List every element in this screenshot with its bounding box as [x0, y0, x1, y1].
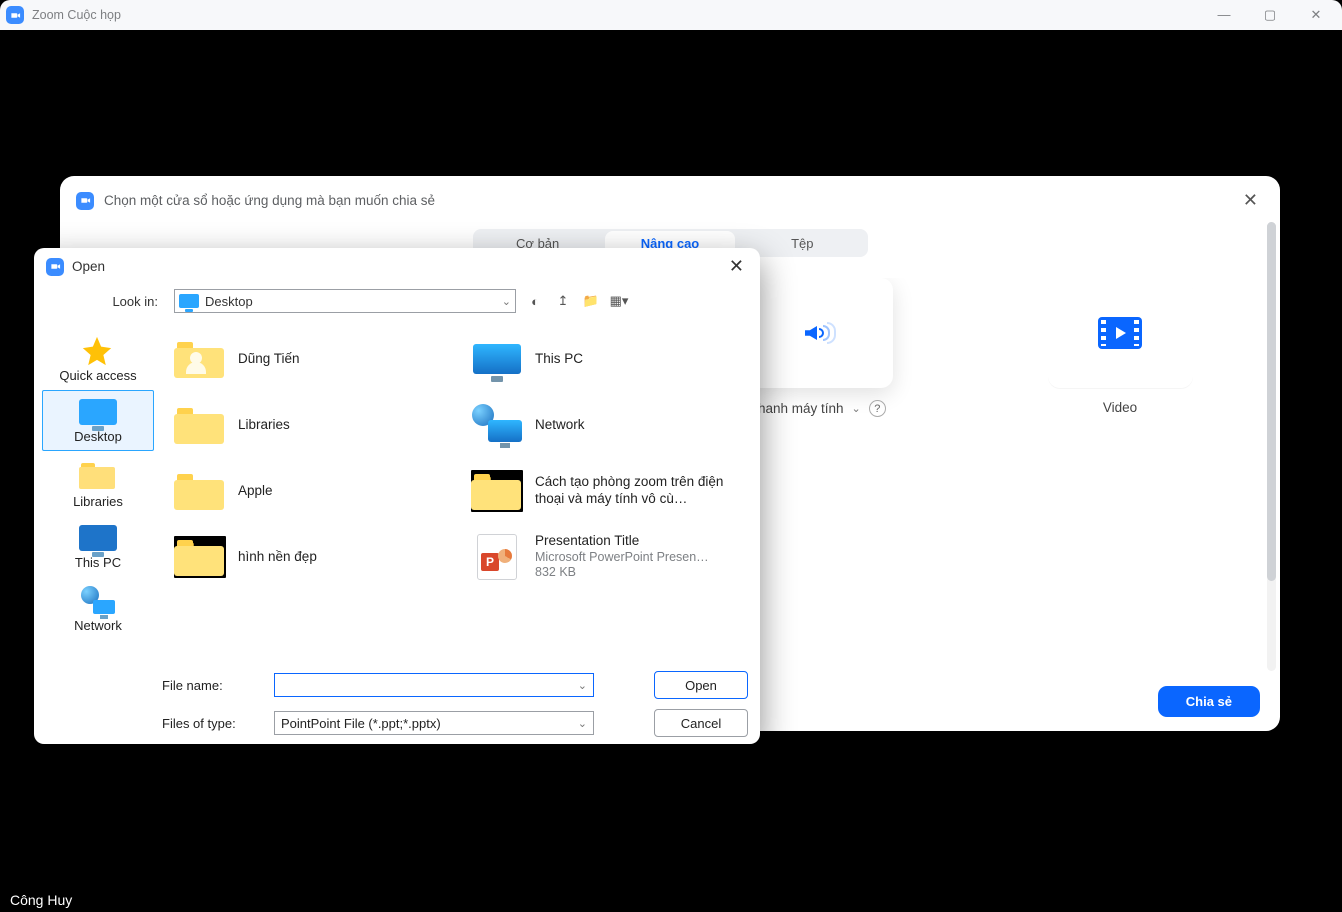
- file-item-zoom-doc[interactable]: Cách tạo phòng zoom trên điện thoại và m…: [465, 459, 754, 523]
- filename-label: File name:: [162, 678, 258, 693]
- monitor-icon: [79, 525, 117, 551]
- file-item-network[interactable]: Network: [465, 393, 754, 457]
- file-item-libraries[interactable]: Libraries: [168, 393, 457, 457]
- zoom-app-icon: [46, 258, 64, 276]
- file-dialog-nav: Quick access Desktop Libraries This PC N…: [34, 319, 162, 665]
- file-item-apple[interactable]: Apple: [168, 459, 457, 523]
- nav-desktop[interactable]: Desktop: [42, 390, 154, 451]
- nav-up-button[interactable]: ↥: [554, 292, 572, 310]
- nav-this-pc[interactable]: This PC: [42, 516, 154, 577]
- share-panel-close-button[interactable]: ✕: [1237, 188, 1264, 213]
- file-open-dialog: Open ✕ Look in: Desktop ⌄ ◐ ↥ 📁 ▦▾ Quick…: [34, 248, 760, 744]
- folder-icon: [174, 404, 226, 446]
- file-list: Dũng Tiến This PC Libraries Network Appl…: [162, 319, 760, 665]
- nav-libraries[interactable]: Libraries: [42, 451, 154, 516]
- window-titlebar: Zoom Cuộc họp — ▢ ✕: [0, 0, 1342, 30]
- monitor-icon: [473, 344, 521, 374]
- window-title: Zoom Cuộc họp: [32, 8, 121, 22]
- window-minimize-button[interactable]: —: [1214, 7, 1234, 23]
- nav-network[interactable]: Network: [42, 577, 154, 640]
- new-folder-button[interactable]: 📁: [582, 292, 600, 310]
- zoom-app-icon: [6, 6, 24, 24]
- file-dialog-title: Open: [72, 259, 105, 274]
- star-icon: [79, 334, 117, 364]
- open-button[interactable]: Open: [654, 671, 748, 699]
- user-folder-icon: [174, 338, 226, 380]
- zoom-app-icon: [76, 192, 94, 210]
- chevron-down-icon[interactable]: ⌄: [852, 402, 861, 415]
- file-item-hinhnen[interactable]: hình nền đẹp: [168, 525, 457, 589]
- chevron-down-icon: ⌄: [578, 679, 587, 692]
- powerpoint-file-icon: P: [477, 534, 517, 580]
- file-item-this-pc[interactable]: This PC: [465, 327, 754, 391]
- file-item-user-folder[interactable]: Dũng Tiến: [168, 327, 457, 391]
- share-panel-title: Chọn một cửa sổ hoặc ứng dụng mà bạn muố…: [104, 193, 435, 208]
- participant-name-overlay: Công Huy: [0, 888, 82, 912]
- view-menu-button[interactable]: ▦▾: [610, 292, 628, 310]
- network-icon: [472, 404, 522, 446]
- window-maximize-button[interactable]: ▢: [1260, 7, 1280, 23]
- folder-icon: [174, 536, 226, 578]
- speaker-icon: [803, 319, 837, 347]
- share-card-video[interactable]: Video: [980, 278, 1260, 671]
- folder-icon: [174, 470, 226, 512]
- window-close-button[interactable]: ✕: [1306, 7, 1326, 23]
- share-card-audio-label: thanh máy tính: [754, 401, 843, 416]
- chevron-down-icon: ⌄: [578, 717, 587, 730]
- file-dialog-close-button[interactable]: ✕: [725, 256, 748, 277]
- nav-back-button[interactable]: ◐: [526, 292, 544, 310]
- look-in-combo[interactable]: Desktop ⌄: [174, 289, 516, 313]
- help-icon[interactable]: ?: [869, 400, 886, 417]
- folder-icon: [471, 470, 523, 512]
- file-item-presentation[interactable]: P Presentation Title Microsoft PowerPoin…: [465, 525, 754, 589]
- filename-input[interactable]: ⌄: [274, 673, 594, 697]
- look-in-value: Desktop: [205, 294, 253, 309]
- cancel-button[interactable]: Cancel: [654, 709, 748, 737]
- chevron-down-icon: ⌄: [502, 295, 511, 308]
- desktop-icon: [179, 294, 199, 308]
- filetype-combo[interactable]: PointPoint File (*.ppt;*.pptx) ⌄: [274, 711, 594, 735]
- film-icon: [1098, 317, 1142, 349]
- network-icon: [81, 586, 115, 614]
- filetype-label: Files of type:: [162, 716, 258, 731]
- folder-icon: [79, 460, 117, 490]
- desktop-icon: [79, 399, 117, 425]
- share-card-video-label: Video: [1103, 400, 1137, 415]
- look-in-label: Look in:: [104, 294, 158, 309]
- nav-quick-access[interactable]: Quick access: [42, 325, 154, 390]
- share-panel-scrollbar[interactable]: [1267, 222, 1276, 671]
- share-button[interactable]: Chia sẻ: [1158, 686, 1260, 717]
